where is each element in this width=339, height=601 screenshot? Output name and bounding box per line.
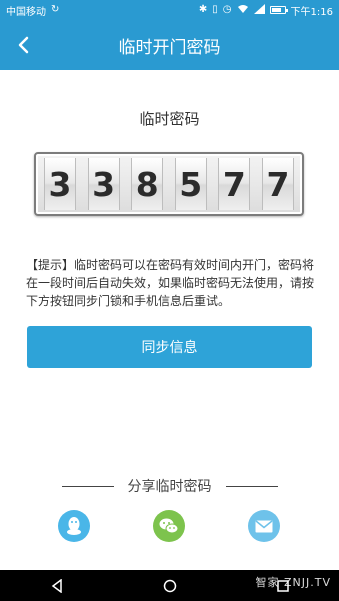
battery-icon (269, 6, 288, 14)
alarm-icon: ◷ (222, 4, 232, 15)
divider-left (61, 485, 114, 487)
nav-home-button[interactable] (158, 574, 182, 598)
code-digit: 3 (87, 158, 120, 210)
share-wechat-button[interactable] (153, 510, 185, 542)
share-title: 分享临时密码 (127, 479, 212, 495)
page-title: 临时开门密码 (118, 37, 221, 58)
code-digit: 7 (261, 158, 294, 210)
share-mail-button[interactable] (248, 510, 280, 542)
code-digit: 5 (174, 158, 207, 210)
circle-home-icon (163, 579, 176, 592)
status-time: 下午1:16 (290, 6, 333, 18)
qq-icon (67, 517, 81, 535)
sync-info-button[interactable]: 同步信息 (27, 326, 312, 368)
chevron-left-icon (18, 36, 29, 54)
code-digit: 8 (131, 158, 164, 210)
mail-icon (255, 519, 273, 532)
divider-right (225, 485, 278, 487)
vibrate-icon: ▯ (212, 4, 218, 15)
share-qq-button[interactable] (58, 510, 90, 542)
status-bar: 中国移动 ↻ ✱ ▯ ◷ 下午1:16 (0, 0, 339, 20)
code-digit: 7 (218, 158, 251, 210)
hint-text: 【提示】临时密码可以在密码有效时间内开门，密码将在一段时间后自动失效，如果临时密… (26, 258, 315, 308)
battery-level (271, 8, 281, 12)
carrier-name: 中国移动 (6, 6, 46, 18)
back-button[interactable] (8, 30, 38, 60)
bluetooth-icon: ✱ (198, 4, 208, 15)
wechat-icon (159, 518, 179, 534)
status-left: 中国移动 ↻ (6, 3, 59, 18)
app-header: 临时开门密码 (0, 20, 339, 70)
code-digit: 3 (44, 158, 76, 210)
temporary-code-label: 临时密码 (139, 110, 200, 128)
watermark: 智家 ZNJJ.TV (255, 576, 331, 589)
nav-back-button[interactable] (45, 574, 69, 598)
sync-icon: ↻ (51, 4, 60, 15)
share-section-header: 分享临时密码 (0, 476, 339, 496)
temporary-code-display: 3 3 8 5 7 7 (34, 152, 304, 216)
share-targets (0, 510, 339, 550)
triangle-back-icon (51, 578, 62, 593)
main-content: 临时密码 3 3 8 5 7 7 【提示】临时密码可以在密码有效时间内开门，密码… (0, 70, 339, 570)
status-right: ✱ ▯ ◷ 下午1:16 (199, 3, 333, 18)
signal-icon (253, 3, 265, 17)
wifi-icon (237, 4, 249, 17)
